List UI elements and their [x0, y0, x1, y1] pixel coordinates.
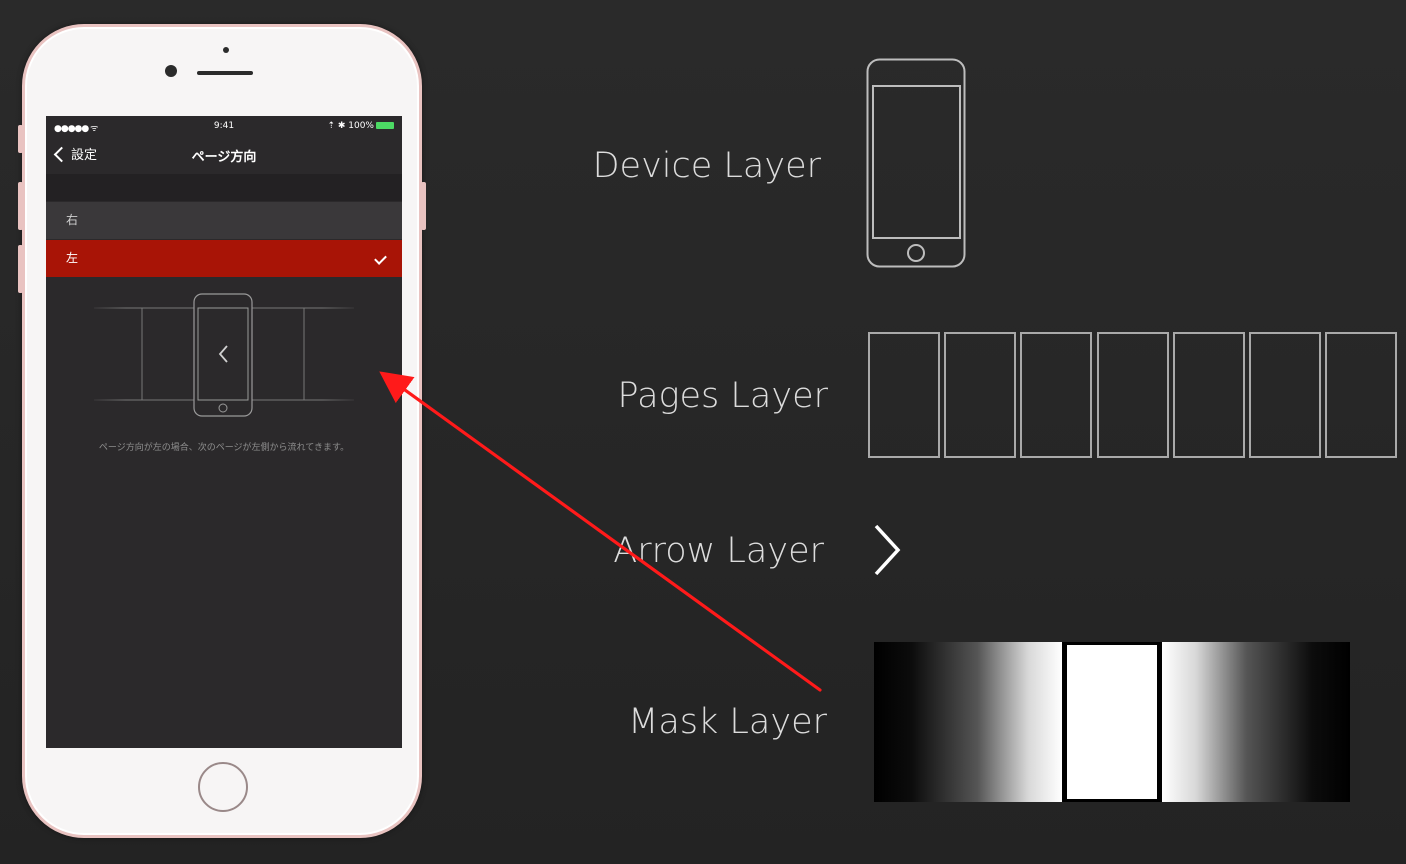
earpiece-speaker	[197, 71, 253, 75]
page-rect	[1020, 332, 1092, 458]
volume-down-button	[18, 245, 23, 293]
arrow-layer-label: Arrow Layer	[613, 531, 824, 571]
option-row-left[interactable]: 左	[46, 240, 402, 277]
page-rect	[868, 332, 940, 458]
checkmark-icon	[374, 252, 387, 265]
status-right: ⇡ ✱ 100%	[327, 121, 394, 131]
mask-gradient-left	[874, 642, 1062, 802]
option-row-right[interactable]: 右	[46, 202, 402, 239]
page-rect	[1173, 332, 1245, 458]
page-rect	[1325, 332, 1397, 458]
pages-layer-label: Pages Layer	[617, 376, 828, 416]
mute-switch	[18, 125, 23, 153]
battery-icon	[376, 122, 394, 129]
device-outline-home	[907, 244, 925, 262]
phone-screen: ●●●●● ᯤ 9:41 ⇡ ✱ 100% 設定 ページ方向 右 左 ページ方向…	[46, 116, 402, 748]
section-spacer	[46, 174, 402, 201]
mask-layer-label: Mask Layer	[628, 702, 827, 742]
illus-fade-right	[322, 304, 362, 404]
page-rect	[1249, 332, 1321, 458]
volume-up-button	[18, 182, 23, 230]
chevron-right-icon	[874, 524, 901, 576]
device-outline-screen	[872, 85, 961, 239]
front-camera	[165, 65, 177, 77]
mask-gradient-right	[1162, 642, 1350, 802]
home-button[interactable]	[198, 762, 248, 812]
page-title: ページ方向	[191, 150, 257, 165]
battery-percent: ⇡ ✱ 100%	[327, 121, 374, 131]
option-label: 右	[66, 213, 79, 227]
pages-layer-graphic	[868, 332, 1402, 460]
phone-outline-icon	[866, 58, 966, 268]
navigation-bar: 設定 ページ方向	[46, 136, 402, 174]
power-button	[421, 182, 426, 230]
device-outline-body	[866, 58, 966, 268]
page-direction-illustration	[86, 293, 362, 417]
page-direction-caption: ページ方向が左の場合、次のページが左側から流れてきます。	[98, 443, 350, 453]
iphone-mockup: ●●●●● ᯤ 9:41 ⇡ ✱ 100% 設定 ページ方向 右 左 ページ方向…	[18, 24, 426, 838]
proximity-sensor	[223, 47, 229, 53]
mask-layer-graphic	[874, 642, 1350, 802]
illus-fade-left	[86, 304, 126, 404]
page-rect	[944, 332, 1016, 458]
device-layer-label: Device Layer	[592, 146, 821, 186]
illus-device-outline	[193, 293, 253, 417]
status-bar: ●●●●● ᯤ 9:41 ⇡ ✱ 100%	[46, 116, 402, 136]
chevron-right-stroke	[874, 524, 901, 576]
option-label: 左	[66, 251, 79, 265]
mask-center-opaque	[1067, 645, 1157, 799]
page-rect	[1097, 332, 1169, 458]
